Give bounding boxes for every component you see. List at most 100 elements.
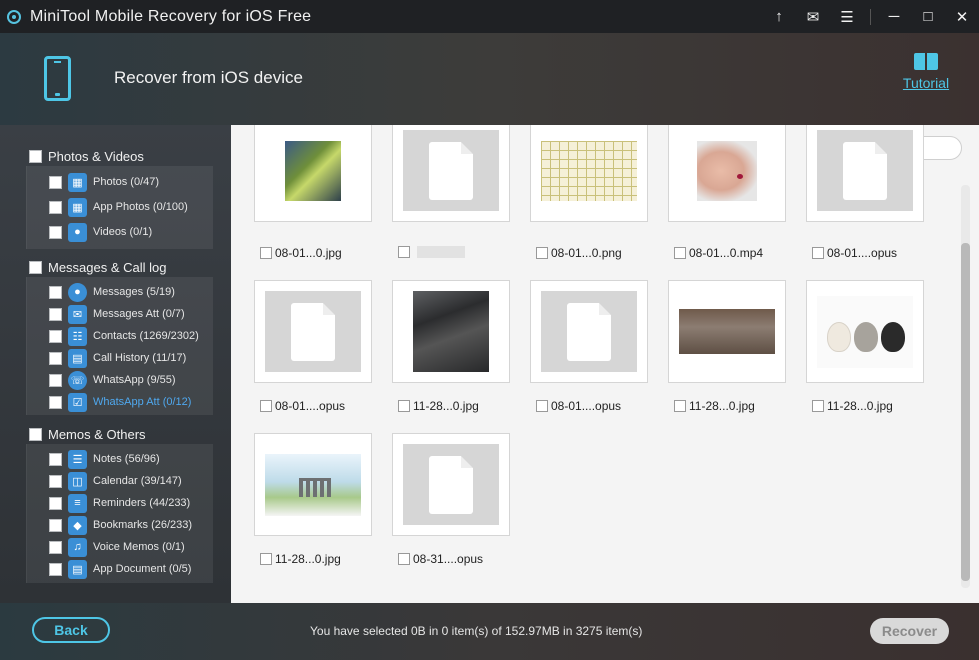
- thumbnail-image: [541, 130, 637, 211]
- sidebar-item-label: App Document (0/5): [93, 563, 192, 575]
- sidebar-item-whatsapp[interactable]: ☏ WhatsApp (9/55): [27, 369, 213, 391]
- sidebar-item-notes[interactable]: ☰ Notes (56/96): [27, 448, 213, 470]
- recover-button[interactable]: Recover: [870, 618, 949, 644]
- file-checkbox[interactable]: [674, 247, 686, 259]
- file-item[interactable]: 11-28...0.jpg: [260, 552, 341, 566]
- sidebar-item-messages[interactable]: ● Messages (5/19): [27, 281, 213, 303]
- file-grid-panel: 08-01...0.jpg 08-01...0.png 08-01...0.mp…: [231, 125, 979, 603]
- item-checkbox[interactable]: [49, 452, 62, 466]
- item-checkbox[interactable]: [49, 329, 62, 343]
- file-thumbnail[interactable]: [806, 280, 924, 383]
- book-icon[interactable]: [914, 53, 938, 71]
- thumbnail-image: [679, 291, 775, 372]
- file-icon: [429, 455, 473, 514]
- category-messages-call-log[interactable]: Messages & Call log: [29, 260, 167, 275]
- maximize-icon[interactable]: □: [911, 0, 945, 33]
- file-item[interactable]: 08-01....opus: [260, 399, 345, 413]
- item-checkbox[interactable]: [49, 395, 62, 409]
- file-checkbox[interactable]: [398, 246, 410, 258]
- back-button[interactable]: Back: [32, 617, 110, 643]
- sidebar-item-label: WhatsApp Att (0/12): [93, 396, 192, 408]
- file-item[interactable]: 08-01....opus: [536, 399, 621, 413]
- file-item[interactable]: 11-28...0.jpg: [812, 399, 893, 413]
- sidebar-item-photos[interactable]: ▦ Photos (0/47): [27, 171, 213, 193]
- file-item[interactable]: 11-28...0.jpg: [674, 399, 755, 413]
- category-memos-others-list: ☰ Notes (56/96) ◫ Calendar (39/147) ≡ Re…: [26, 444, 213, 583]
- file-checkbox[interactable]: [536, 400, 548, 412]
- file-thumbnail[interactable]: [254, 125, 372, 222]
- file-thumbnail[interactable]: [254, 433, 372, 536]
- item-checkbox[interactable]: [49, 225, 62, 239]
- item-checkbox[interactable]: [49, 351, 62, 365]
- file-thumbnail[interactable]: [806, 125, 924, 222]
- sidebar-item-bookmarks[interactable]: ◆ Bookmarks (26/233): [27, 514, 213, 536]
- file-thumbnail[interactable]: [530, 280, 648, 383]
- file-item[interactable]: 08-01...0.jpg: [260, 246, 342, 260]
- file-thumbnail[interactable]: [668, 280, 786, 383]
- thumbnail-image: [403, 291, 499, 372]
- item-checkbox[interactable]: [49, 540, 62, 554]
- sidebar-item-videos[interactable]: ● Videos (0/1): [27, 221, 213, 243]
- file-checkbox[interactable]: [812, 400, 824, 412]
- sidebar-item-voice-memos[interactable]: ♫ Voice Memos (0/1): [27, 536, 213, 558]
- file-item[interactable]: 08-01....opus: [812, 246, 897, 260]
- item-checkbox[interactable]: [49, 175, 62, 189]
- file-item[interactable]: 08-01...0.mp4: [674, 246, 763, 260]
- sidebar-item-contacts[interactable]: ☷ Contacts (1269/2302): [27, 325, 213, 347]
- item-checkbox[interactable]: [49, 200, 62, 214]
- file-checkbox[interactable]: [398, 553, 410, 565]
- file-thumbnail[interactable]: [392, 125, 510, 222]
- tutorial-link[interactable]: Tutorial: [896, 53, 956, 93]
- category-photos-videos[interactable]: Photos & Videos: [29, 149, 144, 164]
- item-checkbox[interactable]: [49, 496, 62, 510]
- file-name: 08-01....opus: [275, 399, 346, 413]
- file-thumbnail[interactable]: [530, 125, 648, 222]
- sidebar-item-messages-att[interactable]: ✉ Messages Att (0/7): [27, 303, 213, 325]
- category-memos-others[interactable]: Memos & Others: [29, 427, 146, 442]
- sidebar-item-app-document[interactable]: ▤ App Document (0/5): [27, 558, 213, 580]
- item-checkbox[interactable]: [49, 307, 62, 321]
- sidebar-item-app-photos[interactable]: ▦ App Photos (0/100): [27, 196, 213, 218]
- item-checkbox[interactable]: [49, 562, 62, 576]
- file-checkbox[interactable]: [674, 400, 686, 412]
- upgrade-arrow-icon[interactable]: ↑: [762, 0, 796, 33]
- file-icon: [567, 302, 611, 361]
- file-checkbox[interactable]: [260, 553, 272, 565]
- file-checkbox[interactable]: [260, 400, 272, 412]
- sidebar-item-calendar[interactable]: ◫ Calendar (39/147): [27, 470, 213, 492]
- mail-icon[interactable]: ✉: [796, 0, 830, 33]
- category-checkbox[interactable]: [29, 150, 42, 163]
- minimize-icon[interactable]: ─: [877, 0, 911, 33]
- file-checkbox[interactable]: [398, 400, 410, 412]
- videos-icon: ●: [68, 222, 87, 242]
- sidebar-item-call-history[interactable]: ▤ Call History (11/17): [27, 347, 213, 369]
- file-checkbox[interactable]: [260, 247, 272, 259]
- close-icon[interactable]: ✕: [945, 0, 979, 33]
- file-thumbnail[interactable]: [392, 433, 510, 536]
- item-checkbox[interactable]: [49, 474, 62, 488]
- category-checkbox[interactable]: [29, 261, 42, 274]
- file-name: 11-28...0.jpg: [413, 399, 479, 413]
- sidebar-item-whatsapp-att[interactable]: ☑ WhatsApp Att (0/12): [27, 391, 213, 413]
- category-checkbox[interactable]: [29, 428, 42, 441]
- file-thumbnail[interactable]: [668, 125, 786, 222]
- tutorial-label[interactable]: Tutorial: [903, 75, 949, 91]
- file-item[interactable]: 11-28...0.jpg: [398, 399, 479, 413]
- file-item[interactable]: 08-01...0.png: [536, 246, 622, 260]
- file-thumbnail[interactable]: [392, 280, 510, 383]
- file-item[interactable]: 08-31....opus: [398, 552, 483, 566]
- sidebar-item-label: Voice Memos (0/1): [93, 541, 185, 553]
- file-checkbox[interactable]: [812, 247, 824, 259]
- call-history-icon: ▤: [68, 348, 87, 368]
- vertical-scrollbar[interactable]: [961, 185, 970, 588]
- item-checkbox[interactable]: [49, 518, 62, 532]
- menu-icon[interactable]: ☰: [830, 0, 864, 33]
- sidebar-item-reminders[interactable]: ≡ Reminders (44/233): [27, 492, 213, 514]
- file-checkbox[interactable]: [536, 247, 548, 259]
- item-checkbox[interactable]: [49, 373, 62, 387]
- sidebar-item-label: Contacts (1269/2302): [93, 330, 199, 342]
- item-checkbox[interactable]: [49, 285, 62, 299]
- file-thumbnail[interactable]: [254, 280, 372, 383]
- scrollbar-thumb[interactable]: [961, 243, 970, 581]
- file-item[interactable]: [398, 246, 465, 258]
